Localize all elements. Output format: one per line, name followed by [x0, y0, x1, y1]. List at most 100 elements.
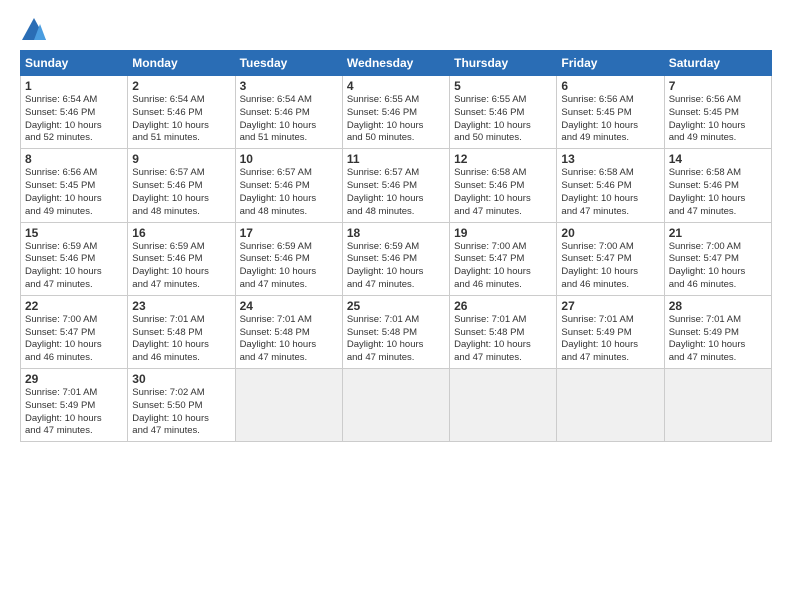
calendar-cell-week0-day5: 6Sunrise: 6:56 AMSunset: 5:45 PMDaylight… [557, 76, 664, 149]
day-number: 18 [347, 226, 445, 240]
day-number: 16 [132, 226, 230, 240]
calendar-cell-week3-day4: 26Sunrise: 7:01 AMSunset: 5:48 PMDayligh… [450, 295, 557, 368]
day-info: Sunrise: 7:00 AMSunset: 5:47 PMDaylight:… [669, 241, 767, 292]
day-info: Sunrise: 7:01 AMSunset: 5:49 PMDaylight:… [25, 387, 123, 438]
calendar-cell-week2-day4: 19Sunrise: 7:00 AMSunset: 5:47 PMDayligh… [450, 222, 557, 295]
calendar-cell-week3-day5: 27Sunrise: 7:01 AMSunset: 5:49 PMDayligh… [557, 295, 664, 368]
weekday-header-monday: Monday [128, 51, 235, 76]
calendar-cell-week4-day6 [664, 369, 771, 442]
weekday-header-sunday: Sunday [21, 51, 128, 76]
day-info: Sunrise: 6:55 AMSunset: 5:46 PMDaylight:… [454, 94, 552, 145]
day-info: Sunrise: 7:01 AMSunset: 5:48 PMDaylight:… [347, 314, 445, 365]
day-number: 23 [132, 299, 230, 313]
day-info: Sunrise: 6:58 AMSunset: 5:46 PMDaylight:… [454, 167, 552, 218]
calendar-cell-week0-day1: 2Sunrise: 6:54 AMSunset: 5:46 PMDaylight… [128, 76, 235, 149]
day-info: Sunrise: 6:56 AMSunset: 5:45 PMDaylight:… [561, 94, 659, 145]
day-info: Sunrise: 7:00 AMSunset: 5:47 PMDaylight:… [561, 241, 659, 292]
day-info: Sunrise: 7:00 AMSunset: 5:47 PMDaylight:… [25, 314, 123, 365]
day-number: 30 [132, 372, 230, 386]
calendar-cell-week1-day3: 11Sunrise: 6:57 AMSunset: 5:46 PMDayligh… [342, 149, 449, 222]
day-info: Sunrise: 6:59 AMSunset: 5:46 PMDaylight:… [132, 241, 230, 292]
logo [20, 16, 52, 44]
calendar-cell-week0-day6: 7Sunrise: 6:56 AMSunset: 5:45 PMDaylight… [664, 76, 771, 149]
day-number: 20 [561, 226, 659, 240]
day-info: Sunrise: 6:57 AMSunset: 5:46 PMDaylight:… [132, 167, 230, 218]
day-number: 15 [25, 226, 123, 240]
day-number: 4 [347, 79, 445, 93]
calendar-cell-week4-day4 [450, 369, 557, 442]
calendar-cell-week3-day2: 24Sunrise: 7:01 AMSunset: 5:48 PMDayligh… [235, 295, 342, 368]
calendar-cell-week0-day0: 1Sunrise: 6:54 AMSunset: 5:46 PMDaylight… [21, 76, 128, 149]
day-number: 5 [454, 79, 552, 93]
calendar-cell-week4-day2 [235, 369, 342, 442]
weekday-header-thursday: Thursday [450, 51, 557, 76]
day-info: Sunrise: 6:55 AMSunset: 5:46 PMDaylight:… [347, 94, 445, 145]
calendar-cell-week2-day3: 18Sunrise: 6:59 AMSunset: 5:46 PMDayligh… [342, 222, 449, 295]
day-number: 28 [669, 299, 767, 313]
calendar-cell-week2-day0: 15Sunrise: 6:59 AMSunset: 5:46 PMDayligh… [21, 222, 128, 295]
calendar-cell-week4-day1: 30Sunrise: 7:02 AMSunset: 5:50 PMDayligh… [128, 369, 235, 442]
calendar-cell-week1-day0: 8Sunrise: 6:56 AMSunset: 5:45 PMDaylight… [21, 149, 128, 222]
calendar-cell-week2-day1: 16Sunrise: 6:59 AMSunset: 5:46 PMDayligh… [128, 222, 235, 295]
calendar-cell-week0-day2: 3Sunrise: 6:54 AMSunset: 5:46 PMDaylight… [235, 76, 342, 149]
calendar-cell-week0-day3: 4Sunrise: 6:55 AMSunset: 5:46 PMDaylight… [342, 76, 449, 149]
day-info: Sunrise: 6:59 AMSunset: 5:46 PMDaylight:… [25, 241, 123, 292]
calendar-cell-week2-day2: 17Sunrise: 6:59 AMSunset: 5:46 PMDayligh… [235, 222, 342, 295]
day-info: Sunrise: 6:57 AMSunset: 5:46 PMDaylight:… [347, 167, 445, 218]
day-number: 21 [669, 226, 767, 240]
day-number: 2 [132, 79, 230, 93]
day-number: 6 [561, 79, 659, 93]
day-info: Sunrise: 6:58 AMSunset: 5:46 PMDaylight:… [669, 167, 767, 218]
calendar-cell-week0-day4: 5Sunrise: 6:55 AMSunset: 5:46 PMDaylight… [450, 76, 557, 149]
day-number: 14 [669, 152, 767, 166]
day-number: 22 [25, 299, 123, 313]
weekday-header-tuesday: Tuesday [235, 51, 342, 76]
day-number: 3 [240, 79, 338, 93]
day-number: 1 [25, 79, 123, 93]
day-info: Sunrise: 6:54 AMSunset: 5:46 PMDaylight:… [25, 94, 123, 145]
weekday-header-saturday: Saturday [664, 51, 771, 76]
day-info: Sunrise: 7:01 AMSunset: 5:49 PMDaylight:… [561, 314, 659, 365]
day-number: 27 [561, 299, 659, 313]
calendar-cell-week4-day5 [557, 369, 664, 442]
calendar-cell-week3-day6: 28Sunrise: 7:01 AMSunset: 5:49 PMDayligh… [664, 295, 771, 368]
day-info: Sunrise: 7:02 AMSunset: 5:50 PMDaylight:… [132, 387, 230, 438]
day-number: 26 [454, 299, 552, 313]
calendar-cell-week1-day5: 13Sunrise: 6:58 AMSunset: 5:46 PMDayligh… [557, 149, 664, 222]
calendar-cell-week3-day0: 22Sunrise: 7:00 AMSunset: 5:47 PMDayligh… [21, 295, 128, 368]
day-number: 17 [240, 226, 338, 240]
day-info: Sunrise: 7:01 AMSunset: 5:49 PMDaylight:… [669, 314, 767, 365]
day-info: Sunrise: 6:58 AMSunset: 5:46 PMDaylight:… [561, 167, 659, 218]
calendar-cell-week1-day1: 9Sunrise: 6:57 AMSunset: 5:46 PMDaylight… [128, 149, 235, 222]
day-number: 7 [669, 79, 767, 93]
calendar-cell-week1-day6: 14Sunrise: 6:58 AMSunset: 5:46 PMDayligh… [664, 149, 771, 222]
day-info: Sunrise: 7:00 AMSunset: 5:47 PMDaylight:… [454, 241, 552, 292]
weekday-header-wednesday: Wednesday [342, 51, 449, 76]
day-info: Sunrise: 7:01 AMSunset: 5:48 PMDaylight:… [454, 314, 552, 365]
day-number: 13 [561, 152, 659, 166]
day-number: 8 [25, 152, 123, 166]
calendar-cell-week4-day0: 29Sunrise: 7:01 AMSunset: 5:49 PMDayligh… [21, 369, 128, 442]
calendar-cell-week4-day3 [342, 369, 449, 442]
logo-icon [20, 16, 48, 44]
day-number: 29 [25, 372, 123, 386]
day-number: 19 [454, 226, 552, 240]
day-info: Sunrise: 6:54 AMSunset: 5:46 PMDaylight:… [240, 94, 338, 145]
day-info: Sunrise: 7:01 AMSunset: 5:48 PMDaylight:… [240, 314, 338, 365]
day-info: Sunrise: 6:54 AMSunset: 5:46 PMDaylight:… [132, 94, 230, 145]
day-number: 10 [240, 152, 338, 166]
day-info: Sunrise: 6:56 AMSunset: 5:45 PMDaylight:… [669, 94, 767, 145]
day-number: 11 [347, 152, 445, 166]
calendar-cell-week2-day6: 21Sunrise: 7:00 AMSunset: 5:47 PMDayligh… [664, 222, 771, 295]
day-number: 25 [347, 299, 445, 313]
day-number: 12 [454, 152, 552, 166]
calendar-cell-week1-day4: 12Sunrise: 6:58 AMSunset: 5:46 PMDayligh… [450, 149, 557, 222]
day-info: Sunrise: 7:01 AMSunset: 5:48 PMDaylight:… [132, 314, 230, 365]
calendar-cell-week1-day2: 10Sunrise: 6:57 AMSunset: 5:46 PMDayligh… [235, 149, 342, 222]
day-info: Sunrise: 6:59 AMSunset: 5:46 PMDaylight:… [240, 241, 338, 292]
day-number: 24 [240, 299, 338, 313]
day-info: Sunrise: 6:57 AMSunset: 5:46 PMDaylight:… [240, 167, 338, 218]
day-number: 9 [132, 152, 230, 166]
calendar-cell-week3-day1: 23Sunrise: 7:01 AMSunset: 5:48 PMDayligh… [128, 295, 235, 368]
weekday-header-friday: Friday [557, 51, 664, 76]
